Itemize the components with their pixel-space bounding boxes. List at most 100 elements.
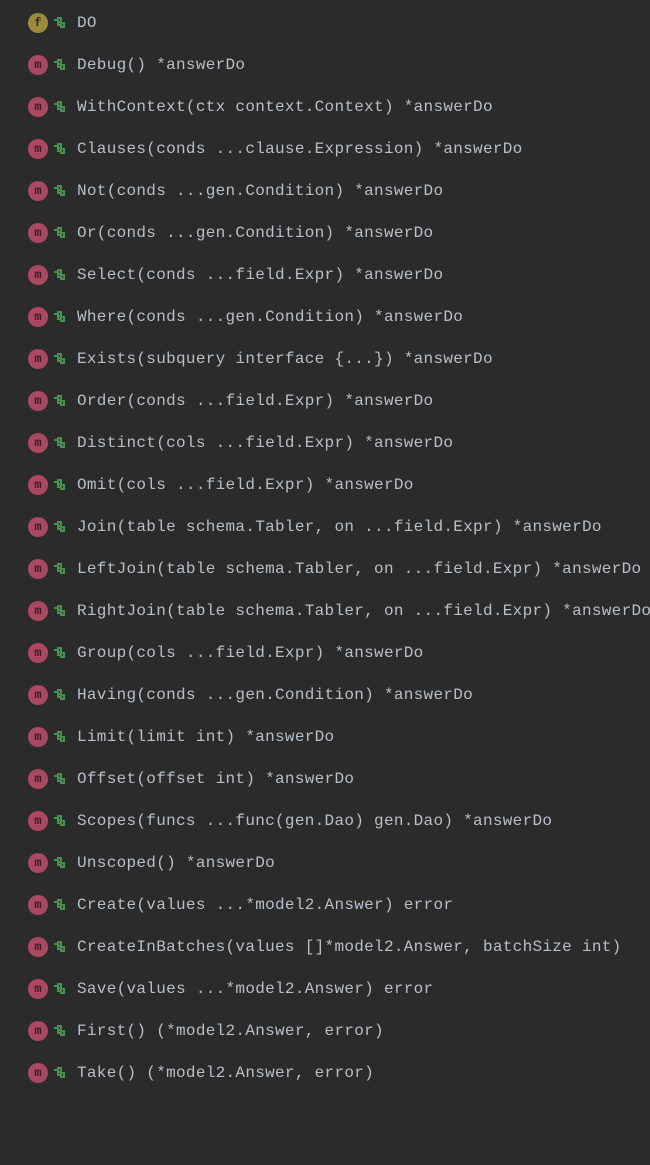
struct-icon bbox=[54, 143, 67, 156]
outline-item-label: Or(conds ...gen.Condition) *answerDo bbox=[77, 224, 433, 242]
method-icon: m bbox=[28, 97, 48, 117]
outline-item-label: RightJoin(table schema.Tabler, on ...fie… bbox=[77, 602, 650, 620]
method-icon: m bbox=[28, 727, 48, 747]
outline-item-label: Order(conds ...field.Expr) *answerDo bbox=[77, 392, 433, 410]
method-icon: m bbox=[28, 601, 48, 621]
method-icon: m bbox=[28, 223, 48, 243]
struct-icon bbox=[54, 311, 67, 324]
outline-item[interactable]: m Unscoped() *answerDo bbox=[0, 842, 650, 884]
outline-item-label: Clauses(conds ...clause.Expression) *ans… bbox=[77, 140, 523, 158]
method-icon: m bbox=[28, 937, 48, 957]
method-icon: m bbox=[28, 1063, 48, 1083]
struct-icon bbox=[54, 185, 67, 198]
outline-item-label: Where(conds ...gen.Condition) *answerDo bbox=[77, 308, 463, 326]
method-icon: m bbox=[28, 349, 48, 369]
struct-icon bbox=[54, 1067, 67, 1080]
method-icon: m bbox=[28, 895, 48, 915]
struct-icon bbox=[54, 521, 67, 534]
method-icon: m bbox=[28, 391, 48, 411]
outline-item[interactable]: m Join(table schema.Tabler, on ...field.E… bbox=[0, 506, 650, 548]
outline-item-label: WithContext(ctx context.Context) *answer… bbox=[77, 98, 493, 116]
outline-item[interactable]: m Group(cols ...field.Expr) *answerDo bbox=[0, 632, 650, 674]
outline-item[interactable]: m Omit(cols ...field.Expr) *answerDo bbox=[0, 464, 650, 506]
outline-item[interactable]: m Save(values ...*model2.Answer) error bbox=[0, 968, 650, 1010]
outline-item-label: Having(conds ...gen.Condition) *answerDo bbox=[77, 686, 473, 704]
struct-icon bbox=[54, 983, 67, 996]
outline-item[interactable]: m Having(conds ...gen.Condition) *answerD… bbox=[0, 674, 650, 716]
struct-icon bbox=[54, 101, 67, 114]
method-icon: m bbox=[28, 265, 48, 285]
method-icon: m bbox=[28, 769, 48, 789]
outline-item[interactable]: m Debug() *answerDo bbox=[0, 44, 650, 86]
outline-item-label: First() (*model2.Answer, error) bbox=[77, 1022, 384, 1040]
outline-item-label: Create(values ...*model2.Answer) error bbox=[77, 896, 453, 914]
outline-item[interactable]: m WithContext(ctx context.Context) *answe… bbox=[0, 86, 650, 128]
outline-item[interactable]: m CreateInBatches(values []*model2.Answer… bbox=[0, 926, 650, 968]
outline-item[interactable]: m Take() (*model2.Answer, error) bbox=[0, 1052, 650, 1094]
method-icon: m bbox=[28, 181, 48, 201]
outline-item-label: Omit(cols ...field.Expr) *answerDo bbox=[77, 476, 414, 494]
struct-icon bbox=[54, 563, 67, 576]
struct-icon bbox=[54, 17, 67, 30]
struct-icon bbox=[54, 605, 67, 618]
outline-item[interactable]: m Exists(subquery interface {...}) *answe… bbox=[0, 338, 650, 380]
outline-item-label: Distinct(cols ...field.Expr) *answerDo bbox=[77, 434, 453, 452]
outline-item-label: Limit(limit int) *answerDo bbox=[77, 728, 334, 746]
outline-item-label: Unscoped() *answerDo bbox=[77, 854, 275, 872]
struct-icon bbox=[54, 395, 67, 408]
struct-icon bbox=[54, 731, 67, 744]
outline-item[interactable]: m Distinct(cols ...field.Expr) *answerDo bbox=[0, 422, 650, 464]
struct-icon bbox=[54, 647, 67, 660]
struct-icon bbox=[54, 773, 67, 786]
outline-item-label: LeftJoin(table schema.Tabler, on ...fiel… bbox=[77, 560, 641, 578]
outline-item[interactable]: m Limit(limit int) *answerDo bbox=[0, 716, 650, 758]
outline-item-label: Group(cols ...field.Expr) *answerDo bbox=[77, 644, 424, 662]
outline-item[interactable]: m Offset(offset int) *answerDo bbox=[0, 758, 650, 800]
outline-item[interactable]: m Or(conds ...gen.Condition) *answerDo bbox=[0, 212, 650, 254]
struct-icon bbox=[54, 941, 67, 954]
structure-outline: fDO m Debug() *answerDo m WithContext(ctx co… bbox=[0, 2, 650, 1094]
method-icon: m bbox=[28, 433, 48, 453]
method-icon: m bbox=[28, 559, 48, 579]
method-icon: m bbox=[28, 307, 48, 327]
method-icon: m bbox=[28, 517, 48, 537]
outline-item-label: CreateInBatches(values []*model2.Answer,… bbox=[77, 938, 622, 956]
outline-item[interactable]: fDO bbox=[0, 2, 650, 44]
outline-item[interactable]: mFirst() (*model2.Answer, error) bbox=[0, 1010, 650, 1052]
outline-item-label: Not(conds ...gen.Condition) *answerDo bbox=[77, 182, 443, 200]
outline-item-label: Debug() *answerDo bbox=[77, 56, 245, 74]
outline-item-label: Take() (*model2.Answer, error) bbox=[77, 1064, 374, 1082]
outline-item[interactable]: m Order(conds ...field.Expr) *answerDo bbox=[0, 380, 650, 422]
outline-item[interactable]: m Clauses(conds ...clause.Expression) *an… bbox=[0, 128, 650, 170]
method-icon: m bbox=[28, 643, 48, 663]
struct-icon bbox=[54, 227, 67, 240]
outline-item[interactable]: m Not(conds ...gen.Condition) *answerDo bbox=[0, 170, 650, 212]
method-icon: m bbox=[28, 139, 48, 159]
struct-icon bbox=[54, 689, 67, 702]
outline-item[interactable]: m Create(values ...*model2.Answer) error bbox=[0, 884, 650, 926]
outline-item-label: Exists(subquery interface {...}) *answer… bbox=[77, 350, 493, 368]
struct-icon bbox=[54, 479, 67, 492]
struct-icon bbox=[54, 59, 67, 72]
outline-item-label: Join(table schema.Tabler, on ...field.Ex… bbox=[77, 518, 602, 536]
struct-icon bbox=[54, 1025, 67, 1038]
method-icon: m bbox=[28, 55, 48, 75]
outline-item-label: Offset(offset int) *answerDo bbox=[77, 770, 354, 788]
outline-item-label: Scopes(funcs ...func(gen.Dao) gen.Dao) *… bbox=[77, 812, 552, 830]
method-icon: m bbox=[28, 811, 48, 831]
outline-item-label: Select(conds ...field.Expr) *answerDo bbox=[77, 266, 443, 284]
method-icon: m bbox=[28, 475, 48, 495]
method-icon: m bbox=[28, 685, 48, 705]
method-icon: m bbox=[28, 979, 48, 999]
struct-icon bbox=[54, 269, 67, 282]
outline-item[interactable]: m RightJoin(table schema.Tabler, on ...fi… bbox=[0, 590, 650, 632]
method-icon: m bbox=[28, 853, 48, 873]
outline-item[interactable]: m Scopes(funcs ...func(gen.Dao) gen.Dao) … bbox=[0, 800, 650, 842]
outline-item[interactable]: m LeftJoin(table schema.Tabler, on ...fie… bbox=[0, 548, 650, 590]
outline-item-label: DO bbox=[77, 14, 97, 32]
outline-item[interactable]: m Where(conds ...gen.Condition) *answerDo bbox=[0, 296, 650, 338]
outline-item[interactable]: m Select(conds ...field.Expr) *answerDo bbox=[0, 254, 650, 296]
struct-icon bbox=[54, 353, 67, 366]
struct-icon bbox=[54, 437, 67, 450]
outline-item-label: Save(values ...*model2.Answer) error bbox=[77, 980, 433, 998]
